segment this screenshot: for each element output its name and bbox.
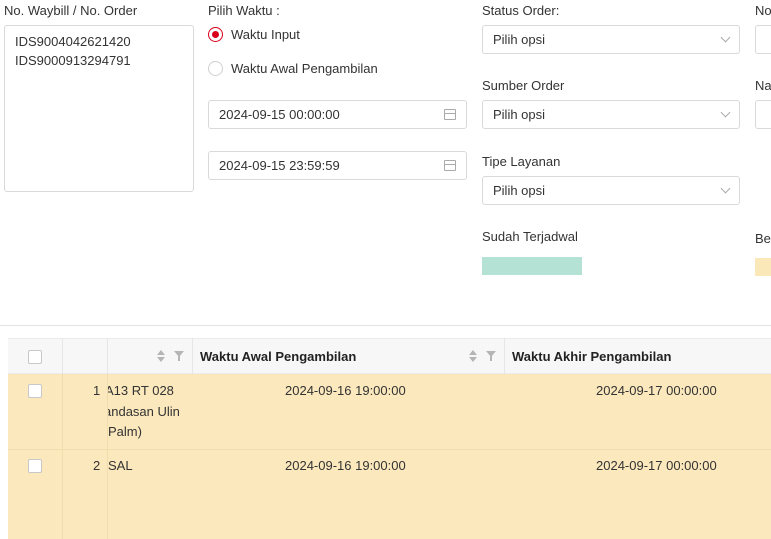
row-number: 2 (93, 458, 101, 473)
date-start-value: 2024-09-15 00:00:00 (219, 107, 340, 122)
tipe-layanan-value: Pilih opsi (493, 183, 546, 198)
waktu-akhir-cell: 2024-09-17 00:00:00 (596, 458, 717, 473)
column-separator (504, 339, 505, 375)
right-column-label: No (755, 3, 771, 18)
column-header-waktu-awal[interactable]: Waktu Awal Pengambilan (200, 349, 356, 364)
table-row[interactable]: 1 A13 RT 028 andasan Ulin Palm) 2024-09-… (8, 374, 771, 450)
waktu-awal-cell: 2024-09-16 19:00:00 (285, 458, 406, 473)
status-order-select[interactable]: Pilih opsi (482, 25, 740, 54)
address-cell: SAL (108, 450, 192, 539)
chevron-down-icon (720, 183, 731, 194)
address-line: andasan Ulin (108, 404, 180, 419)
pilih-waktu-label: Pilih Waktu : (208, 3, 280, 18)
tipe-layanan-label: Tipe Layanan (482, 154, 561, 169)
address-line: SAL (108, 458, 133, 473)
waktu-awal-cell: 2024-09-16 19:00:00 (285, 383, 406, 398)
row-checkbox[interactable] (28, 384, 42, 398)
radio-waktu-input[interactable]: Waktu Input (208, 27, 300, 42)
chevron-down-icon (720, 32, 731, 43)
sumber-order-select[interactable]: Pilih opsi (482, 100, 740, 129)
waybill-textarea[interactable]: IDS9004042621420 IDS9000913294791 (4, 25, 194, 192)
sort-icon[interactable] (157, 350, 165, 364)
calendar-icon[interactable] (444, 109, 456, 120)
column-header-waktu-akhir[interactable]: Waktu Akhir Pengambilan (512, 349, 671, 364)
status-order-label: Status Order: (482, 3, 560, 18)
address-cell: A13 RT 028 andasan Ulin Palm) (108, 374, 192, 449)
sumber-order-label: Sumber Order (482, 78, 565, 93)
scheduled-color-swatch (482, 257, 582, 275)
right-column-input[interactable] (755, 100, 771, 129)
waybill-value: IDS9004042621420 (15, 34, 131, 49)
sort-icon[interactable] (469, 350, 477, 364)
address-line: A13 RT 028 (108, 383, 174, 398)
table-row[interactable]: 2 SAL 2024-09-16 19:00:00 2024-09-17 00:… (8, 450, 771, 539)
radio-waktu-input-label: Waktu Input (231, 27, 300, 42)
radio-waktu-awal-label: Waktu Awal Pengambilan (231, 61, 378, 76)
filter-icon[interactable] (174, 351, 184, 361)
right-column-label: Be (755, 231, 771, 246)
column-separator (62, 339, 63, 375)
sumber-order-value: Pilih opsi (493, 107, 546, 122)
select-all-checkbox[interactable] (28, 350, 42, 364)
date-end-value: 2024-09-15 23:59:59 (219, 158, 340, 173)
column-separator (192, 339, 193, 375)
row-number: 1 (93, 383, 101, 398)
table-header: Waktu Awal Pengambilan Waktu Akhir Penga… (8, 338, 771, 375)
column-separator (62, 450, 63, 539)
chevron-down-icon (720, 107, 731, 118)
status-order-value: Pilih opsi (493, 32, 546, 47)
radio-unchecked-icon[interactable] (208, 61, 223, 76)
right-column-input[interactable] (755, 25, 771, 54)
unscheduled-color-swatch (755, 258, 771, 276)
column-separator (62, 374, 63, 449)
radio-checked-icon[interactable] (208, 27, 223, 42)
waybill-label: No. Waybill / No. Order (4, 3, 138, 18)
radio-waktu-awal[interactable]: Waktu Awal Pengambilan (208, 61, 378, 76)
right-column-label: Na (755, 78, 771, 93)
sudah-terjadwal-label: Sudah Terjadwal (482, 229, 578, 244)
tipe-layanan-select[interactable]: Pilih opsi (482, 176, 740, 205)
column-separator (107, 339, 108, 375)
address-line: Palm) (108, 424, 142, 439)
section-divider (0, 325, 771, 326)
orders-table: Waktu Awal Pengambilan Waktu Akhir Penga… (8, 338, 771, 539)
date-start-input[interactable]: 2024-09-15 00:00:00 (208, 100, 467, 129)
waktu-akhir-cell: 2024-09-17 00:00:00 (596, 383, 717, 398)
waybill-value: IDS9000913294791 (15, 53, 131, 68)
calendar-icon[interactable] (444, 160, 456, 171)
date-end-input[interactable]: 2024-09-15 23:59:59 (208, 151, 467, 180)
filter-icon[interactable] (486, 351, 496, 361)
row-checkbox[interactable] (28, 459, 42, 473)
